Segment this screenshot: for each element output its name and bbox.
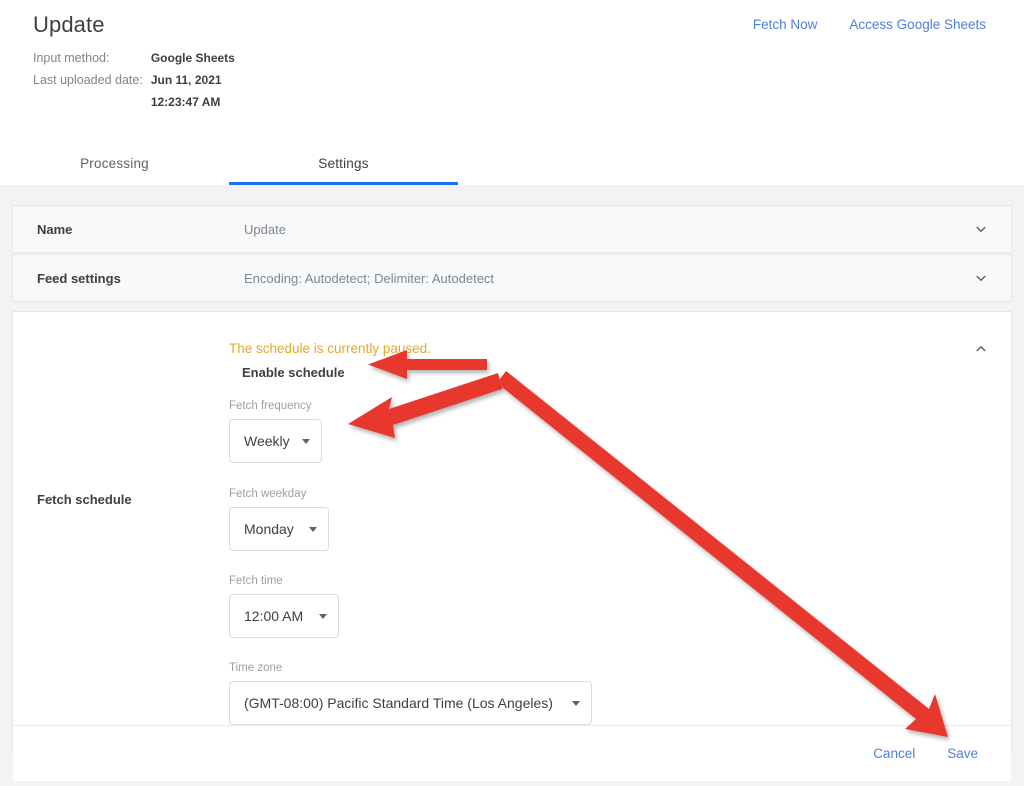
fetch-time-select[interactable]: 12:00 AM [229, 594, 339, 638]
field-label: Time zone [229, 662, 283, 674]
chevron-down-icon[interactable] [971, 219, 991, 239]
select-value: 12:00 AM [244, 608, 304, 624]
card-summary: Update [244, 221, 286, 237]
card-title: Name [37, 221, 73, 237]
fetch-schedule-body: Fetch schedule The schedule is currently… [13, 312, 1011, 725]
chevron-down-icon [309, 526, 317, 532]
fetch-schedule-fields: The schedule is currently paused. Enable… [220, 312, 1011, 725]
metadata-value: Jun 11, 2021 [150, 73, 222, 87]
tab-label: Processing [80, 156, 149, 171]
page-title: Update [33, 12, 105, 37]
tab-settings[interactable]: Settings [229, 142, 458, 185]
chevron-down-icon [572, 700, 580, 706]
card-title: Feed settings [37, 270, 121, 286]
card-summary: Encoding: Autodetect; Delimiter: Autodet… [244, 270, 495, 286]
schedule-paused-message: The schedule is currently paused. [229, 341, 431, 356]
metadata-value: Google Sheets [150, 51, 235, 65]
page-header: Update Input method: Google Sheets Last … [0, 0, 1024, 140]
settings-card-feed-settings[interactable]: Feed settings Encoding: Autodetect; Deli… [12, 254, 1012, 302]
field-label: Fetch weekday [229, 488, 307, 500]
card-footer: Cancel Save [13, 725, 1011, 781]
fetch-schedule-title-column: Fetch schedule [13, 312, 220, 725]
metadata-label [33, 91, 151, 113]
settings-card-name[interactable]: Name Update [12, 205, 1012, 253]
chevron-up-icon[interactable] [971, 339, 991, 359]
field-time-zone: Time zone (GMT-08:00) Pacific Standard T… [229, 638, 1011, 725]
select-value: Monday [244, 521, 294, 537]
tab-bar: Processing Settings [0, 142, 1024, 185]
metadata-value: 12:23:47 AM [150, 95, 221, 109]
field-label: Fetch time [229, 575, 283, 587]
header-actions: Fetch Now Access Google Sheets [753, 17, 986, 32]
time-zone-select[interactable]: (GMT-08:00) Pacific Standard Time (Los A… [229, 681, 592, 725]
tab-processing[interactable]: Processing [0, 142, 229, 185]
chevron-down-icon[interactable] [971, 268, 991, 288]
metadata-row: Input method: Google Sheets [33, 47, 235, 69]
fetch-frequency-select[interactable]: Weekly [229, 419, 322, 463]
enable-schedule-label: Enable schedule [242, 364, 345, 380]
metadata-label: Last uploaded date: [33, 73, 143, 87]
field-fetch-time: Fetch time 12:00 AM [229, 551, 1011, 638]
settings-content: Name Update Feed settings Encoding: Auto… [0, 185, 1024, 786]
chevron-down-icon [302, 438, 310, 444]
select-value: Weekly [244, 433, 290, 449]
access-google-sheets-link[interactable]: Access Google Sheets [849, 17, 986, 32]
fetch-now-link[interactable]: Fetch Now [753, 17, 818, 32]
settings-card-fetch-schedule: Fetch schedule The schedule is currently… [12, 311, 1012, 781]
field-fetch-frequency: Fetch frequency Weekly [229, 392, 1011, 463]
metadata-row: Last uploaded date: Jun 11, 2021 [33, 69, 235, 91]
card-title: Fetch schedule [37, 492, 132, 507]
fetch-weekday-select[interactable]: Monday [229, 507, 329, 551]
metadata-label: Input method: [33, 51, 110, 65]
chevron-down-icon [319, 613, 327, 619]
field-label: Fetch frequency [229, 400, 312, 412]
tab-label: Settings [318, 156, 369, 171]
field-fetch-weekday: Fetch weekday Monday [229, 463, 1011, 551]
enable-schedule-checkbox[interactable]: Enable schedule [242, 362, 1011, 382]
select-value: (GMT-08:00) Pacific Standard Time (Los A… [244, 695, 553, 711]
cancel-button[interactable]: Cancel [873, 746, 915, 761]
save-button[interactable]: Save [947, 746, 978, 761]
metadata-row: 12:23:47 AM [33, 91, 235, 113]
feed-metadata: Input method: Google Sheets Last uploade… [33, 47, 235, 113]
